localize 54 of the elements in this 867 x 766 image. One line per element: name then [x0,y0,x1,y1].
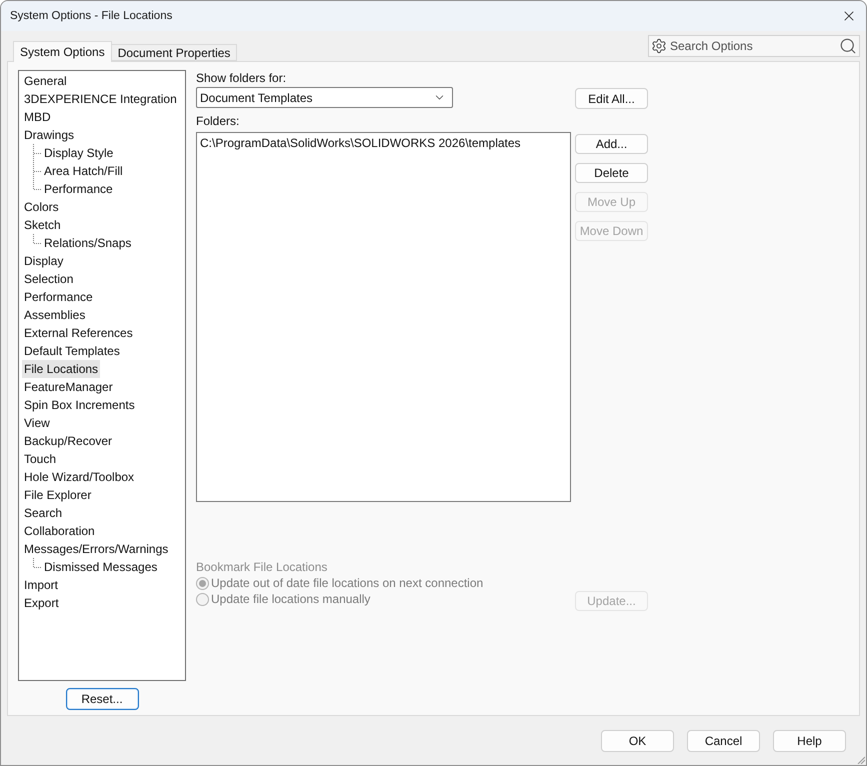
tree-item[interactable]: Import [22,576,60,594]
dialog-button[interactable]: Cancel [687,730,760,752]
tree-item[interactable]: MBD [22,108,53,126]
tree-item[interactable]: Default Templates [22,342,122,360]
tree-item[interactable]: Display Style [42,144,116,162]
folder-path[interactable]: C:\ProgramData\SolidWorks\SOLIDWORKS 2026\templates [200,135,567,151]
search-field[interactable]: Search Options [648,35,860,57]
edit-all-button[interactable]: Edit All... [575,88,648,109]
tree-connector-icon [33,234,42,244]
tree-item[interactable]: Backup/Recover [22,432,114,450]
folder-type-dropdown[interactable]: Document Templates [196,87,453,108]
tree-item[interactable]: FeatureManager [22,378,115,396]
dialog-button[interactable]: OK [601,730,674,752]
tree-item[interactable]: Sketch [22,216,63,234]
dialog-button[interactable]: Help [773,730,846,752]
tree-item[interactable]: Relations/Snaps [42,234,134,252]
tree-item[interactable]: Area Hatch/Fill [42,162,125,180]
tree-item[interactable]: Colors [22,198,61,216]
field-label: Folders: [196,114,240,128]
folder-action-button[interactable]: Add... [575,134,648,154]
section-title: Bookmark File Locations [196,559,328,575]
tree-item[interactable]: Performance [22,288,95,306]
tree-item[interactable]: Export [22,594,61,612]
resize-grip-icon[interactable] [857,756,865,764]
search-icon[interactable] [839,37,857,55]
tree-connector-icon [33,144,42,162]
tree-item[interactable]: Spin Box Increments [22,396,137,414]
tree-item[interactable]: General [22,72,69,90]
folder-action-button[interactable]: Delete [575,163,648,183]
tree-item[interactable]: 3DEXPERIENCE Integration [22,90,179,108]
tree-item[interactable]: File Locations [22,360,100,378]
tree-item[interactable]: Performance [42,180,115,198]
tree-item[interactable]: Search [22,504,64,522]
tree-item[interactable]: Selection [22,270,76,288]
field-label: Show folders for: [196,70,288,86]
tab[interactable]: Document Properties [110,44,238,61]
tree-connector-icon [33,558,42,568]
settings-icon[interactable] [651,38,667,54]
tab[interactable]: System Options [13,41,112,62]
radio-label: Update file locations manually [211,592,370,606]
tree-item[interactable]: File Explorer [22,486,94,504]
tree-item[interactable]: External References [22,324,135,342]
tree-item[interactable]: Dismissed Messages [42,558,160,576]
tree-item[interactable]: Display [22,252,66,270]
tree-item[interactable]: Hole Wizard/Toolbox [22,468,136,486]
tree-item[interactable]: View [22,414,52,432]
tree-item[interactable]: Touch [22,450,58,468]
tree-item[interactable]: Drawings [22,126,76,144]
window-title: System Options - File Locations [10,10,172,22]
reset-button[interactable]: Reset... [66,688,138,710]
tree-item[interactable]: Assemblies [22,306,88,324]
tree-item[interactable]: Messages/Errors/Warnings [22,540,170,558]
tree-item[interactable]: Collaboration [22,522,97,540]
radio-label: Update out of date file locations on next connection [211,576,484,590]
